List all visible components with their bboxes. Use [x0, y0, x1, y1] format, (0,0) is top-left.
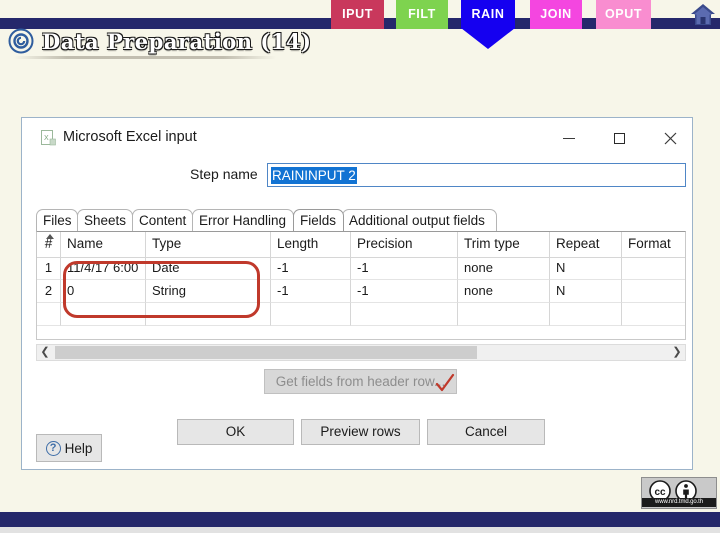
cell-type[interactable]: Date — [146, 257, 271, 280]
cell-name[interactable]: 11/4/17 6:00 — [61, 257, 146, 280]
column-header-precision[interactable]: Precision — [351, 232, 458, 257]
cell-trim-type[interactable]: none — [458, 257, 550, 280]
column-header-trim-type[interactable]: Trim type — [458, 232, 550, 257]
tab-additional-output-fields[interactable]: Additional output fields — [342, 209, 497, 231]
spiral-icon — [8, 28, 34, 54]
column-header-repeat[interactable]: Repeat — [550, 232, 622, 257]
cell-precision[interactable]: -1 — [351, 280, 458, 303]
home-icon[interactable] — [689, 1, 717, 28]
tab-content[interactable]: Content — [132, 209, 193, 231]
footer-bar — [0, 512, 720, 527]
svg-text:cc: cc — [654, 487, 666, 498]
excel-icon: X — [41, 130, 56, 146]
cell-length-empty[interactable] — [271, 303, 351, 326]
cell-name[interactable]: 0 — [61, 280, 146, 303]
page-title-text: Data Preparation (14) — [42, 28, 312, 54]
title-underline — [14, 56, 276, 59]
cell-format[interactable] — [622, 257, 685, 280]
table-row[interactable]: 2 0 String -1 -1 none N — [37, 280, 685, 303]
cell-length[interactable]: -1 — [271, 280, 351, 303]
cell-length[interactable]: -1 — [271, 257, 351, 280]
cell-type[interactable]: String — [146, 280, 271, 303]
maximize-icon[interactable] — [599, 124, 639, 152]
column-header-name[interactable]: Name — [61, 232, 146, 257]
help-button-label: Help — [64, 440, 93, 456]
cell-repeat[interactable]: N — [550, 257, 622, 280]
svg-text:X: X — [44, 135, 49, 142]
minimize-icon[interactable] — [549, 124, 589, 152]
column-header-format[interactable]: Format — [622, 232, 685, 257]
chevron-right-icon[interactable]: ❯ — [669, 345, 685, 360]
cell-index: 1 — [37, 257, 61, 280]
step-name-label: Step name — [190, 166, 258, 182]
cell-trim-type-empty[interactable] — [458, 303, 550, 326]
nav-pill-oput[interactable]: OPUT — [596, 0, 651, 29]
nav-pill-join[interactable]: JOIN — [530, 0, 582, 29]
cell-repeat[interactable]: N — [550, 280, 622, 303]
cell-precision[interactable]: -1 — [351, 257, 458, 280]
page-title: Data Preparation (14) — [8, 24, 311, 58]
footer-base — [0, 533, 720, 540]
cell-repeat-empty[interactable] — [550, 303, 622, 326]
preview-rows-button[interactable]: Preview rows — [301, 419, 420, 445]
step-name-value: RAININPUT 2 — [271, 167, 357, 184]
cell-index: 2 — [37, 280, 61, 303]
nav-pill-rain-pointer — [461, 28, 515, 49]
tab-sheets[interactable]: Sheets — [77, 209, 133, 231]
scrollbar-thumb[interactable] — [55, 346, 477, 359]
tab-files[interactable]: Files — [36, 209, 78, 231]
sort-ascending-icon — [46, 234, 54, 239]
chevron-left-icon[interactable]: ❮ — [37, 345, 53, 360]
column-header-index[interactable]: # — [37, 232, 61, 257]
credit-url: www.nrd.tmd.go.th — [642, 498, 716, 507]
close-icon[interactable] — [650, 124, 690, 152]
nav-pill-filt[interactable]: FILT — [396, 0, 448, 29]
cell-name-empty[interactable] — [61, 303, 146, 326]
tab-fields[interactable]: Fields — [293, 209, 344, 231]
horizontal-scrollbar[interactable]: ❮ ❯ — [36, 344, 686, 361]
cancel-button[interactable]: Cancel — [427, 419, 545, 445]
help-button[interactable]: ? Help — [36, 434, 102, 462]
get-fields-button[interactable]: Get fields from header row... — [264, 369, 457, 394]
cell-trim-type[interactable]: none — [458, 280, 550, 303]
cell-precision-empty[interactable] — [351, 303, 458, 326]
step-name-input[interactable]: RAININPUT 2 — [267, 163, 686, 187]
cell-index-empty — [37, 303, 61, 326]
question-mark-icon: ? — [45, 440, 61, 456]
dialog-tabs: Files Sheets Content Error Handling Fiel… — [36, 209, 686, 231]
cell-type-empty[interactable] — [146, 303, 271, 326]
tab-error-handling[interactable]: Error Handling — [192, 209, 294, 231]
column-header-length[interactable]: Length — [271, 232, 351, 257]
fields-table: # Name Type Length Precision Trim type R… — [36, 231, 686, 340]
cell-format[interactable] — [622, 280, 685, 303]
dialog-title: Microsoft Excel input — [63, 129, 197, 145]
table-row[interactable]: 1 11/4/17 6:00 Date -1 -1 none N — [37, 257, 685, 280]
nav-pill-iput[interactable]: IPUT — [331, 0, 384, 29]
slide-canvas: IPUT FILT RAIN JOIN OPUT Data Preparatio… — [0, 0, 720, 540]
nav-pill-rain-label: RAIN — [461, 0, 515, 29]
cell-format-empty[interactable] — [622, 303, 685, 326]
table-row-empty[interactable] — [37, 303, 685, 326]
creative-commons-badge: cc www.nrd.tmd.go.th — [641, 477, 717, 509]
ok-button[interactable]: OK — [177, 419, 294, 445]
fields-table-header: # Name Type Length Precision Trim type R… — [37, 232, 685, 258]
column-header-type[interactable]: Type — [146, 232, 271, 257]
nav-pill-rain[interactable]: RAIN — [461, 0, 515, 49]
